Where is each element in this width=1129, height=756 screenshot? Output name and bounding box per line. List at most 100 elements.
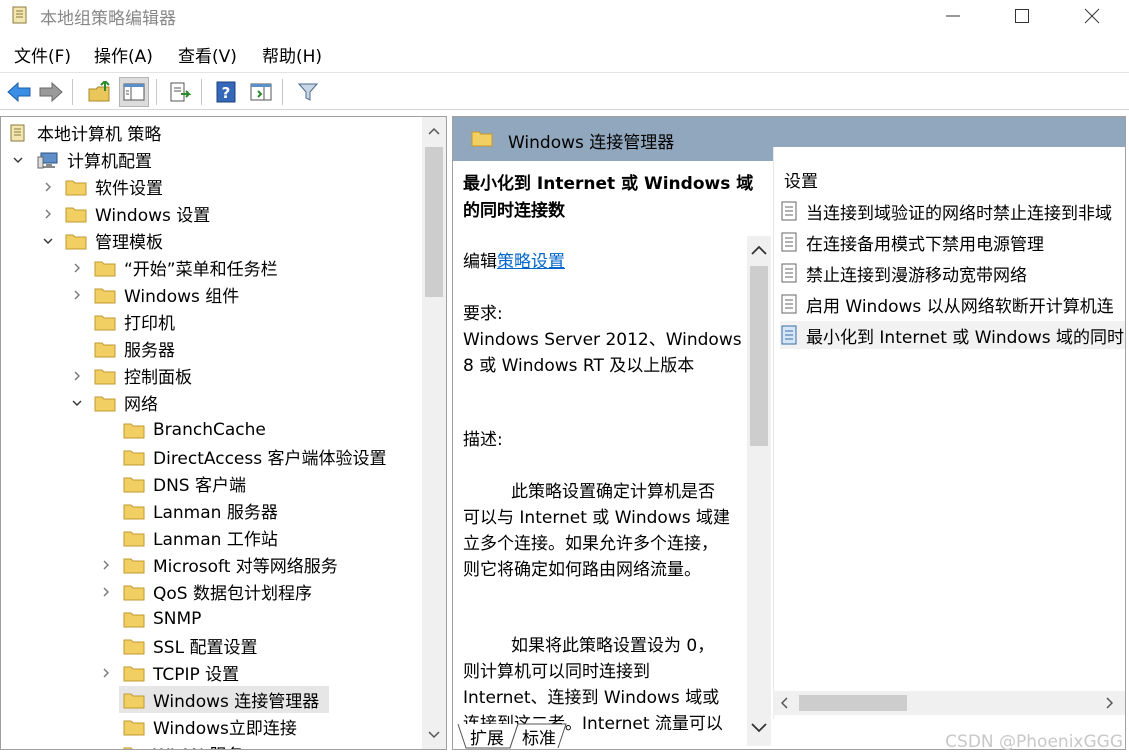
- tree-item-dns-client[interactable]: DNS 客户端: [123, 470, 246, 497]
- tree-item-network[interactable]: 网络: [70, 389, 158, 416]
- show-hide-tree-button[interactable]: [119, 77, 149, 107]
- tree-scroll-thumb[interactable]: [425, 147, 443, 297]
- folder-icon: [123, 693, 145, 708]
- desc-scroll-thumb[interactable]: [750, 266, 768, 446]
- folder-icon: [123, 666, 145, 681]
- folder-icon: [123, 477, 145, 492]
- folder-icon: [123, 423, 145, 438]
- tree-item-computer-config[interactable]: 计算机配置: [11, 146, 152, 173]
- menu-view[interactable]: 查看(V): [178, 42, 237, 67]
- folder-icon: [123, 639, 145, 654]
- tree-item-directaccess[interactable]: DirectAccess 客户端体验设置: [123, 443, 387, 470]
- folder-icon: [123, 720, 145, 735]
- chevron-down-icon[interactable]: [41, 234, 55, 248]
- settings-list: 设置 当连接到域验证的网络时禁止连接到非域 在连接备用模式下禁用电源管理 禁止连…: [773, 147, 1125, 719]
- tree-item-tcpip[interactable]: TCPIP 设置: [99, 659, 239, 686]
- tree-item-wlan[interactable]: WLAN 服务: [123, 740, 243, 749]
- settings-column-header[interactable]: 设置: [784, 167, 818, 192]
- maximize-button[interactable]: [988, 0, 1056, 32]
- tree-item-snmp[interactable]: SNMP: [123, 605, 201, 632]
- policy-setting-icon: [781, 294, 797, 314]
- settings-row[interactable]: 在连接备用模式下禁用电源管理: [780, 228, 1125, 256]
- tree-item-qos[interactable]: QoS 数据包计划程序: [99, 578, 312, 605]
- chevron-right-icon[interactable]: [41, 207, 55, 221]
- folder-icon: [65, 207, 87, 222]
- settings-row[interactable]: 启用 Windows 以从网络软断开计算机连: [780, 290, 1125, 318]
- settings-row[interactable]: 禁止连接到漫游移动宽带网络: [780, 259, 1125, 287]
- tree-item-ms-p2p[interactable]: Microsoft 对等网络服务: [99, 551, 338, 578]
- tree-item-windows-components[interactable]: Windows 组件: [70, 281, 239, 308]
- description-para-1: 此策略设置确定计算机是否可以与 Internet 或 Windows 域建立多个…: [463, 482, 731, 580]
- tab-standard[interactable]: 标准: [514, 722, 564, 750]
- up-level-button[interactable]: [84, 77, 114, 107]
- folder-icon: [65, 234, 87, 249]
- tree-item-admin-templates[interactable]: 管理模板: [41, 227, 163, 254]
- edit-line: 编辑策略设置: [463, 252, 565, 272]
- back-button[interactable]: [4, 77, 34, 107]
- help-icon: ?: [216, 81, 236, 103]
- chevron-right-icon[interactable]: [41, 180, 55, 194]
- chevron-right-icon[interactable]: [70, 261, 84, 275]
- folder-icon: [123, 585, 145, 600]
- arrow-right-icon: [39, 81, 63, 103]
- folder-icon: [94, 396, 116, 411]
- desc-scroll-up-button[interactable]: [747, 238, 771, 262]
- tree-item-printers[interactable]: 打印机: [94, 308, 175, 335]
- scroll-left-button[interactable]: [777, 695, 793, 711]
- export-list-button[interactable]: [165, 77, 195, 107]
- tree-item-wcn[interactable]: Windows立即连接: [123, 713, 297, 740]
- filter-button[interactable]: [293, 77, 323, 107]
- computer-icon: [37, 152, 58, 168]
- tree-item-software-settings[interactable]: 软件设置: [41, 173, 163, 200]
- tree-item-wcm[interactable]: Windows 连接管理器: [119, 686, 329, 713]
- title-bar: 本地组策略编辑器: [0, 0, 1129, 32]
- tree-item-local-policy[interactable]: 本地计算机 策略: [7, 119, 161, 146]
- tree-item-ssl-config[interactable]: SSL 配置设置: [123, 632, 257, 659]
- description-scrollbar[interactable]: [747, 236, 771, 746]
- scroll-right-button[interactable]: [1101, 695, 1117, 711]
- tree-item-start-menu[interactable]: “开始”菜单和任务栏: [70, 254, 278, 281]
- minimize-button[interactable]: [919, 0, 987, 32]
- minimize-icon: [946, 15, 960, 17]
- description-label: 描述:: [463, 430, 503, 450]
- folder-icon: [65, 180, 87, 195]
- close-button[interactable]: [1058, 0, 1126, 32]
- chevron-down-icon[interactable]: [70, 396, 84, 410]
- menu-action[interactable]: 操作(A): [94, 42, 153, 67]
- tree-item-windows-settings[interactable]: Windows 设置: [41, 200, 210, 227]
- help-button[interactable]: ?: [211, 77, 241, 107]
- chevron-right-icon[interactable]: [70, 369, 84, 383]
- chevron-right-icon[interactable]: [99, 585, 113, 599]
- tree-item-lanman-server[interactable]: Lanman 服务器: [123, 497, 278, 524]
- chevron-right-icon[interactable]: [70, 288, 84, 302]
- forward-button[interactable]: [36, 77, 66, 107]
- policy-editor-icon: [12, 6, 27, 24]
- scroll-up-button[interactable]: [422, 119, 446, 143]
- tree-item-server[interactable]: 服务器: [94, 335, 175, 362]
- folder-icon: [123, 504, 145, 519]
- settings-row-selected[interactable]: 最小化到 Internet 或 Windows 域的同时: [780, 321, 1125, 349]
- toolbar: ?: [0, 72, 1129, 110]
- tree-item-lanman-workstation[interactable]: Lanman 工作站: [123, 524, 278, 551]
- description-pane: 最小化到 Internet 或 Windows 域的同时连接数 编辑策略设置 要…: [453, 161, 773, 749]
- scroll-down-button[interactable]: [422, 723, 446, 747]
- folder-icon: [94, 342, 116, 357]
- policy-title: 最小化到 Internet 或 Windows 域的同时连接数: [463, 174, 754, 221]
- tree-item-control-panel[interactable]: 控制面板: [70, 362, 192, 389]
- menu-file[interactable]: 文件(F): [14, 42, 71, 67]
- settings-row[interactable]: 当连接到域验证的网络时禁止连接到非域: [780, 197, 1125, 225]
- folder-icon: [123, 531, 145, 546]
- details-header-title: Windows 连接管理器: [508, 133, 675, 153]
- chevron-right-icon[interactable]: [99, 666, 113, 680]
- menu-help[interactable]: 帮助(H): [262, 42, 322, 67]
- tree-scrollbar[interactable]: [422, 117, 446, 749]
- chevron-right-icon[interactable]: [99, 558, 113, 572]
- tab-extended[interactable]: 扩展: [462, 722, 512, 750]
- chevron-down-icon[interactable]: [11, 153, 25, 167]
- tree-item-branchcache[interactable]: BranchCache: [123, 416, 266, 443]
- settings-hscroll-thumb[interactable]: [799, 695, 907, 711]
- edit-policy-link[interactable]: 策略设置: [497, 252, 565, 272]
- show-action-pane-button[interactable]: [246, 77, 276, 107]
- folder-icon: [123, 612, 145, 627]
- settings-hscrollbar[interactable]: [773, 691, 1125, 715]
